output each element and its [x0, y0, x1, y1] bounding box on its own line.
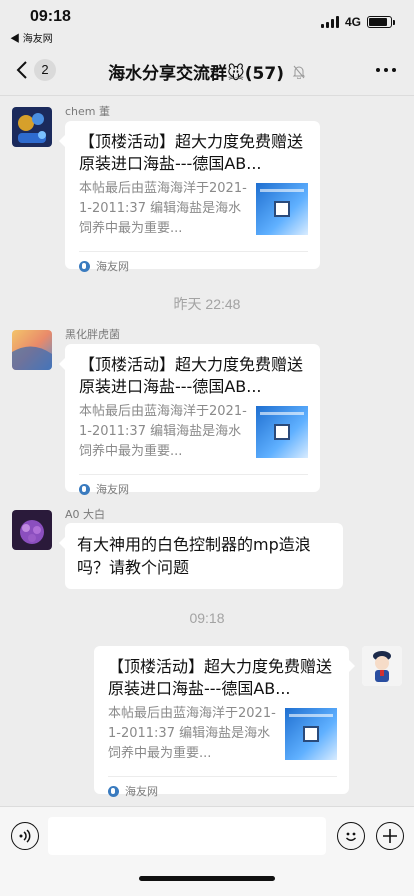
card-title: 【顶楼活动】超大力度免费赠送原装进口海盐---德国AB... [108, 657, 333, 698]
timestamp: 09:18 [189, 610, 225, 626]
avatar-image [12, 330, 52, 370]
avatar[interactable] [12, 107, 52, 147]
back-to-app-link[interactable]: ◀ 海友网 [10, 30, 53, 45]
sender-name: 黑化胖虎菌 [65, 328, 120, 341]
share-card[interactable]: 【顶楼活动】超大力度免费赠送原装进口海盐---德国AB... 本帖最后由蓝海海洋… [94, 646, 355, 798]
chat-header: 2 海水分享交流群🐭(57) [0, 46, 414, 96]
card-title: 【顶楼活动】超大力度免费赠送原装进口海盐---德国AB... [79, 355, 304, 396]
card-source: 海友网 [96, 260, 129, 273]
source-logo-icon [108, 785, 119, 797]
card-thumbnail [285, 708, 337, 760]
avatar-image [362, 646, 402, 686]
voice-icon [19, 829, 31, 843]
card-title: 【顶楼活动】超大力度免费赠送原装进口海盐---德国AB... [79, 132, 304, 173]
avatar[interactable] [12, 330, 52, 370]
chat-title-text: 海水分享交流群🐭(57) [108, 64, 284, 84]
sender-name: chem 董 [65, 105, 110, 118]
source-logo-icon [79, 483, 90, 495]
more-dots-icon[interactable] [376, 68, 396, 72]
bell-off-icon [292, 65, 306, 79]
text-message[interactable]: 有大神用的白色控制器的mp造浪吗？请教个问题 [59, 523, 343, 589]
avatar-image [12, 107, 52, 147]
status-time: 09:18 [30, 8, 71, 25]
input-bar [0, 806, 414, 896]
sender-name: A0 大白 [65, 508, 106, 521]
avatar[interactable] [12, 510, 52, 550]
card-source: 海友网 [96, 483, 129, 496]
status-bar: 09:18 ◀ 海友网 4G [0, 0, 414, 46]
card-description: 本帖最后由蓝海海洋于2021-1-2011:37 编辑海盐是海水饲养中最为重要.… [79, 404, 247, 459]
share-card[interactable]: 【顶楼活动】超大力度免费赠送原装进口海盐---德国AB... 本帖最后由蓝海海洋… [59, 121, 320, 273]
card-thumbnail [256, 406, 308, 458]
source-logo-icon [79, 260, 90, 272]
card-thumbnail [256, 183, 308, 235]
emoji-button[interactable] [337, 822, 365, 850]
signal-icon [320, 16, 339, 28]
timestamp: 昨天 22:48 [173, 296, 241, 312]
card-description: 本帖最后由蓝海海洋于2021-1-2011:37 编辑海盐是海水饲养中最为重要.… [108, 706, 276, 761]
home-indicator[interactable] [139, 876, 275, 881]
card-source: 海友网 [125, 785, 158, 798]
voice-button[interactable] [11, 822, 39, 850]
my-avatar[interactable] [362, 646, 402, 686]
emoji-icon [345, 832, 357, 841]
message-input[interactable] [48, 817, 326, 855]
share-card[interactable]: 【顶楼活动】超大力度免费赠送原装进口海盐---德国AB... 本帖最后由蓝海海洋… [59, 344, 320, 496]
card-description: 本帖最后由蓝海海洋于2021-1-2011:37 编辑海盐是海水饲养中最为重要.… [79, 181, 247, 236]
status-indicators: 4G [320, 15, 395, 29]
network-type: 4G [344, 15, 361, 29]
battery-icon [367, 16, 395, 28]
avatar-image [12, 510, 52, 550]
plus-button[interactable] [376, 822, 404, 850]
plus-icon [383, 829, 397, 843]
chat-title: 海水分享交流群🐭(57) [0, 59, 414, 84]
